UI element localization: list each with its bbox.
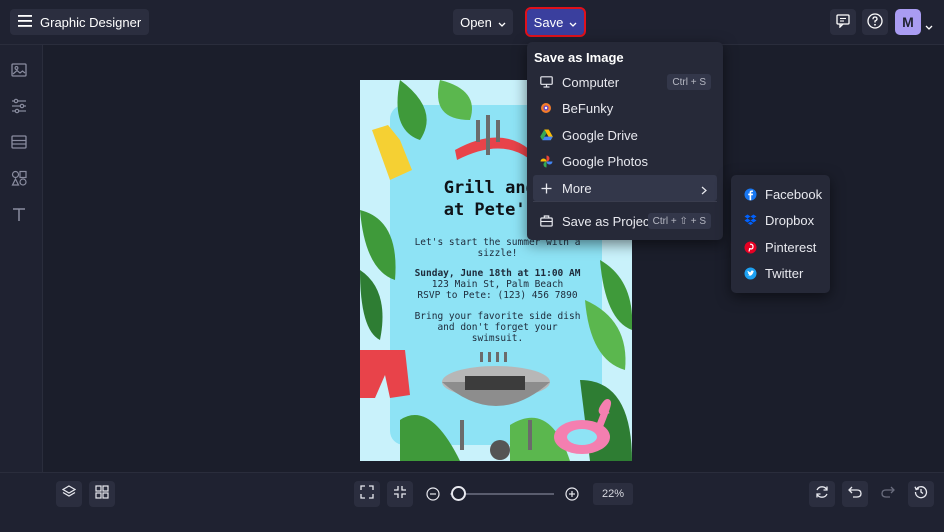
chevron-down-icon	[569, 15, 577, 30]
grid-icon	[95, 484, 109, 504]
chevron-down-icon[interactable]	[925, 17, 933, 35]
pinterest-label: Pinterest	[765, 239, 817, 255]
save-dropdown-menu: Save as Image Computer Ctrl + S BeFunky …	[527, 42, 723, 240]
save-as-image-header: Save as Image	[534, 50, 624, 65]
facebook-label: Facebook	[765, 186, 823, 202]
poster-rsvp: RSVP to Pete: (123) 456 7890	[417, 290, 578, 301]
twitter-label: Twitter	[765, 265, 804, 281]
chevron-down-icon	[498, 15, 506, 30]
redo-icon	[881, 485, 895, 503]
open-label: Open	[460, 14, 492, 30]
save-button[interactable]: Save	[525, 7, 586, 37]
help-button[interactable]	[862, 9, 888, 35]
help-icon	[867, 12, 883, 32]
replace-button[interactable]	[809, 481, 835, 507]
app-menu-button[interactable]: Graphic Designer	[10, 9, 150, 35]
facebook-icon	[743, 187, 757, 201]
zoom-level-value[interactable]: 22%	[593, 483, 633, 505]
zoom-out-icon[interactable]	[426, 487, 440, 506]
history-icon	[914, 485, 928, 504]
actual-size-button[interactable]	[387, 481, 413, 507]
tool-sidebar	[0, 45, 43, 472]
redo-button[interactable]	[875, 481, 901, 507]
refresh-icon	[815, 485, 829, 504]
save-google-drive-label: Google Drive	[562, 127, 638, 143]
save-google-photos-item[interactable]: Google Photos	[533, 148, 717, 174]
sliders-icon[interactable]	[11, 98, 29, 116]
layers-icon	[61, 484, 77, 504]
undo-icon	[848, 485, 862, 503]
save-more-label: More	[562, 180, 592, 196]
zoom-slider-handle[interactable]	[451, 486, 466, 501]
save-computer-label: Computer	[562, 74, 620, 90]
zoom-in-icon[interactable]	[565, 487, 579, 506]
befunky-icon	[539, 101, 553, 115]
grid-view-button[interactable]	[89, 481, 115, 507]
shortcut-badge: Ctrl + ⇧ + S	[647, 213, 711, 229]
avatar[interactable]: M	[895, 9, 921, 35]
google-drive-icon	[539, 128, 553, 142]
monitor-icon	[539, 75, 553, 89]
text-icon[interactable]	[11, 206, 29, 224]
poster-date: Sunday, June 18th at 11:00 AM	[414, 268, 581, 279]
save-as-project-item[interactable]: Save as Project Ctrl + ⇧ + S	[533, 208, 717, 234]
layers-button[interactable]	[56, 481, 82, 507]
save-label: Save	[533, 14, 564, 30]
layout-icon[interactable]	[11, 134, 29, 152]
menu-divider	[533, 201, 717, 202]
bottom-bar: 22%	[0, 472, 944, 532]
share-pinterest-item[interactable]: Pinterest	[737, 235, 825, 259]
fit-to-screen-button[interactable]	[354, 481, 380, 507]
poster-address: 123 Main St, Palm Beach	[431, 279, 564, 290]
app-title: Graphic Designer	[40, 14, 142, 30]
shapes-icon[interactable]	[11, 170, 29, 188]
shrink-icon	[393, 485, 407, 504]
save-befunky-item[interactable]: BeFunky	[533, 95, 717, 121]
dropbox-icon	[743, 213, 757, 227]
dropbox-label: Dropbox	[765, 212, 815, 228]
save-as-project-label: Save as Project	[562, 213, 654, 229]
image-icon[interactable]	[11, 62, 29, 80]
top-bar: Graphic Designer Open Save M	[0, 0, 944, 45]
poster-note: Bring your favorite side dish and don't …	[414, 311, 581, 344]
pinterest-icon	[743, 240, 757, 254]
open-button[interactable]: Open	[453, 9, 513, 35]
hamburger-icon	[18, 14, 32, 30]
save-google-drive-item[interactable]: Google Drive	[533, 122, 717, 148]
comment-icon	[836, 13, 850, 31]
history-button[interactable]	[908, 481, 934, 507]
undo-button[interactable]	[842, 481, 868, 507]
save-google-photos-label: Google Photos	[562, 153, 649, 169]
chevron-right-icon	[701, 183, 707, 198]
share-facebook-item[interactable]: Facebook	[737, 182, 825, 206]
save-more-item[interactable]: More	[533, 175, 717, 201]
more-submenu: Facebook Dropbox Pinterest Twitter	[731, 175, 830, 293]
briefcase-icon	[539, 214, 553, 228]
twitter-icon	[743, 266, 757, 280]
shortcut-badge: Ctrl + S	[667, 74, 711, 90]
save-computer-item[interactable]: Computer Ctrl + S	[533, 69, 717, 95]
comments-button[interactable]	[830, 9, 856, 35]
save-befunky-label: BeFunky	[562, 100, 614, 116]
expand-icon	[360, 484, 374, 504]
share-dropbox-item[interactable]: Dropbox	[737, 208, 825, 232]
poster-intro: Let's start the summer with a sizzle!	[414, 237, 581, 259]
share-twitter-item[interactable]: Twitter	[737, 261, 825, 285]
plus-icon	[539, 181, 553, 195]
google-photos-icon	[539, 154, 553, 168]
